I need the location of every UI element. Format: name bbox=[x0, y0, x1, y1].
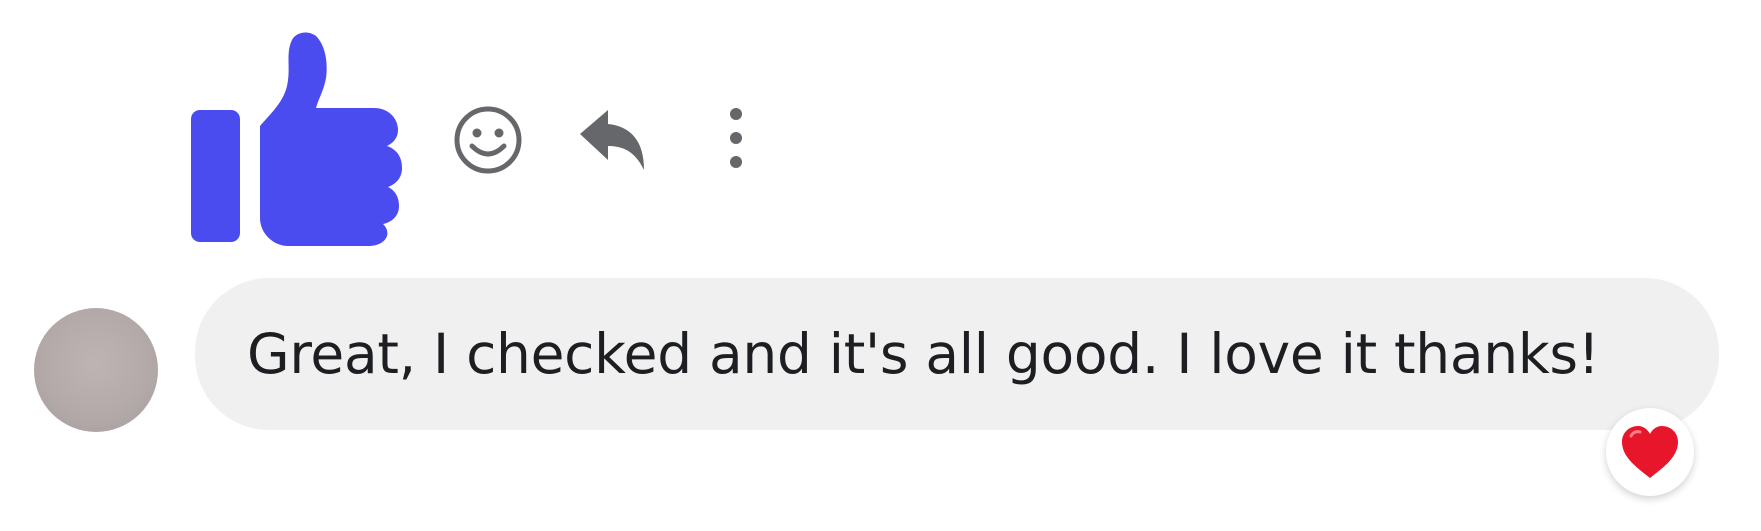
red-heart-icon bbox=[1622, 426, 1678, 478]
add-reaction-button[interactable] bbox=[452, 104, 524, 176]
reply-button[interactable] bbox=[576, 104, 648, 176]
like-button[interactable] bbox=[188, 28, 410, 246]
message-bubble: Great, I checked and it's all good. I lo… bbox=[195, 278, 1719, 430]
message-text: Great, I checked and it's all good. I lo… bbox=[247, 322, 1600, 386]
reply-arrow-icon bbox=[580, 110, 644, 170]
vertical-ellipsis-icon bbox=[730, 108, 742, 168]
more-options-button[interactable] bbox=[714, 106, 758, 170]
message-reaction-badge[interactable] bbox=[1606, 408, 1694, 496]
smiley-face-icon bbox=[454, 106, 522, 174]
sender-avatar[interactable] bbox=[34, 308, 158, 432]
thumbs-up-icon bbox=[191, 32, 402, 246]
